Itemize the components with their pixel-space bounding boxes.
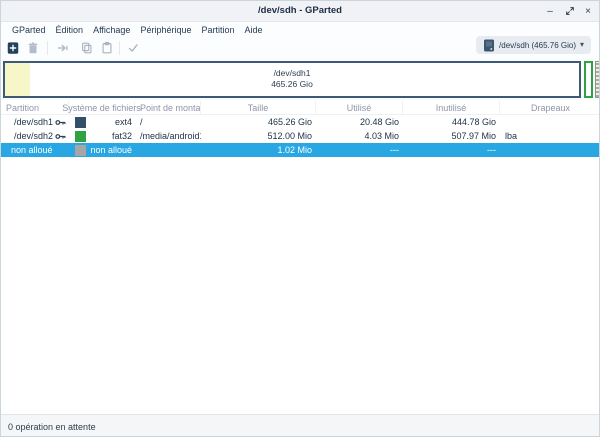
partition-cell: /dev/sdh2 (1, 129, 69, 143)
flags-cell (500, 115, 600, 129)
pending-operations-label: 0 opération en attente (8, 422, 96, 432)
window-title: /dev/sdh - GParted (1, 1, 599, 21)
used-cell: --- (316, 143, 403, 157)
delete-partition-icon[interactable] (25, 40, 41, 56)
table-row-selected[interactable]: non alloué non alloué 1.02 Mio --- --- (1, 143, 599, 157)
minimize-button[interactable]: – (541, 1, 559, 21)
filesystem-color-swatch (75, 117, 86, 128)
filesystem-cell: non alloué (69, 143, 135, 157)
filesystem-cell: fat32 (69, 129, 135, 143)
partition-block-unallocated[interactable] (595, 61, 600, 98)
menu-gparted[interactable]: GParted (7, 25, 51, 35)
header-used[interactable]: Utilisé (316, 101, 403, 114)
header-partition[interactable]: Partition (1, 101, 69, 114)
partition-name: /dev/sdh2 (14, 131, 53, 141)
mountpoint-cell (135, 143, 201, 157)
toolbar-separator (47, 41, 48, 55)
close-button[interactable]: × (579, 1, 597, 21)
menu-aide[interactable]: Aide (240, 25, 268, 35)
used-cell: 20.48 Gio (316, 115, 403, 129)
table-row[interactable]: /dev/sdh1 ext4 / 465.26 Gio 20.48 Gio 44… (1, 115, 599, 129)
key-icon (55, 118, 66, 127)
menu-partition[interactable]: Partition (196, 25, 239, 35)
filesystem-name: fat32 (112, 131, 135, 141)
unused-cell: --- (403, 143, 500, 157)
copy-icon[interactable] (79, 40, 95, 56)
mountpoint-cell: / (135, 115, 201, 129)
unused-cell: 444.78 Gio (403, 115, 500, 129)
drive-icon (483, 39, 495, 52)
partition-block-label: /dev/sdh1 465.26 Gio (5, 68, 579, 90)
size-cell: 1.02 Mio (201, 143, 316, 157)
toolbar-separator (119, 41, 120, 55)
size-cell: 465.26 Gio (201, 115, 316, 129)
toolbar: /dev/sdh (465.76 Gio) ▾ (1, 37, 599, 60)
menu-edition[interactable]: Édition (51, 25, 89, 35)
gparted-window: /dev/sdh - GParted – × GParted Édition A… (0, 0, 600, 437)
unused-cell: 507.97 Mio (403, 129, 500, 143)
table-header-row: Partition Système de fichiers Point de m… (1, 101, 599, 115)
menu-peripherique[interactable]: Périphérique (135, 25, 196, 35)
header-mountpoint[interactable]: Point de montage (135, 101, 201, 114)
partition-cell: non alloué (1, 143, 69, 157)
device-visual-bar: /dev/sdh1 465.26 Gio (1, 59, 599, 100)
statusbar: 0 opération en attente (1, 414, 599, 437)
header-unused[interactable]: Inutilisé (403, 101, 500, 114)
device-selector-label: /dev/sdh (465.76 Gio) (499, 41, 576, 50)
size-cell: 512.00 Mio (201, 129, 316, 143)
titlebar: /dev/sdh - GParted – × (1, 1, 599, 22)
menu-affichage[interactable]: Affichage (88, 25, 135, 35)
filesystem-color-swatch (75, 145, 86, 156)
partition-name: non alloué (11, 145, 53, 155)
mountpoint-cell: /media/android1... (135, 129, 201, 143)
flags-cell (500, 143, 600, 157)
partition-name: /dev/sdh1 (14, 117, 53, 127)
filesystem-color-swatch (75, 131, 86, 142)
apply-check-icon[interactable] (125, 40, 141, 56)
filesystem-name: ext4 (115, 117, 135, 127)
restore-icon[interactable] (561, 1, 579, 21)
table-row[interactable]: /dev/sdh2 fat32 /media/android1... 512.0… (1, 129, 599, 143)
new-partition-button[interactable] (5, 40, 21, 56)
header-size[interactable]: Taille (201, 101, 316, 114)
header-filesystem[interactable]: Système de fichiers (69, 101, 135, 114)
partition-block-size: 465.26 Gio (5, 79, 579, 90)
partition-table: Partition Système de fichiers Point de m… (1, 101, 599, 157)
device-selector[interactable]: /dev/sdh (465.76 Gio) ▾ (476, 36, 591, 54)
partition-block-sdh2[interactable] (584, 61, 593, 98)
used-cell: 4.03 Mio (316, 129, 403, 143)
partition-block-name: /dev/sdh1 (5, 68, 579, 79)
paste-icon[interactable] (99, 40, 115, 56)
key-icon (55, 132, 66, 141)
filesystem-cell: ext4 (69, 115, 135, 129)
menubar: GParted Édition Affichage Périphérique P… (1, 22, 599, 37)
partition-cell: /dev/sdh1 (1, 115, 69, 129)
chevron-down-icon: ▾ (580, 41, 584, 49)
resize-move-icon[interactable] (55, 40, 71, 56)
flags-cell: lba (500, 129, 600, 143)
filesystem-name: non alloué (90, 145, 135, 155)
partition-block-sdh1[interactable]: /dev/sdh1 465.26 Gio (3, 61, 581, 98)
header-flags[interactable]: Drapeaux (500, 101, 600, 114)
